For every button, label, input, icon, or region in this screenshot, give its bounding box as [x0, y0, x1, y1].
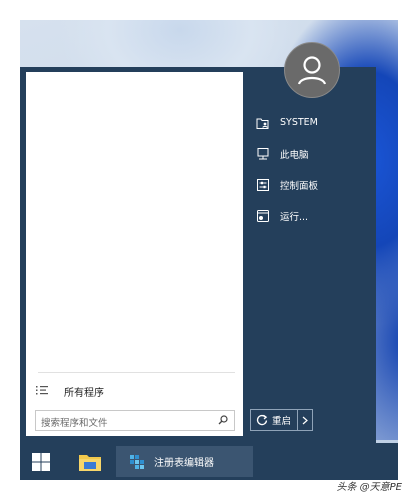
chevron-right-icon — [302, 416, 308, 424]
computer-icon — [257, 147, 269, 159]
list-icon — [36, 386, 48, 395]
power-options-button[interactable] — [298, 409, 314, 431]
all-programs-label: 所有程序 — [64, 387, 104, 399]
search-box[interactable] — [35, 410, 235, 432]
registry-editor-button[interactable]: 注册表编辑器 — [116, 446, 253, 477]
watermark: 头条 @天意PE — [336, 482, 402, 493]
folder-icon — [79, 454, 101, 471]
registry-editor-label: 注册表编辑器 — [154, 458, 214, 469]
file-explorer-button[interactable] — [70, 443, 110, 480]
restart-button[interactable]: 重启 — [250, 409, 299, 431]
menu-item-label: 控制面板 — [280, 180, 319, 192]
menu-item-label: 此电脑 — [280, 149, 309, 161]
windows-logo-icon — [32, 452, 50, 471]
menu-item-run[interactable]: 运行... — [248, 200, 376, 231]
user-avatar[interactable] — [284, 42, 340, 98]
regedit-icon — [130, 454, 144, 469]
divider — [38, 372, 235, 373]
menu-item-this-pc[interactable]: 此电脑 — [248, 138, 376, 169]
taskbar: 注册表编辑器 — [20, 443, 398, 480]
start-menu-right-pane: SYSTEM 此电脑 控制面板 运行... — [248, 107, 376, 231]
menu-item-control-panel[interactable]: 控制面板 — [248, 169, 376, 200]
search-input[interactable] — [36, 415, 211, 432]
user-icon — [297, 56, 327, 85]
restart-control: 重启 — [250, 409, 314, 431]
all-programs-button[interactable]: 所有程序 — [36, 381, 104, 401]
control-panel-icon — [257, 178, 269, 191]
menu-item-label: SYSTEM — [280, 117, 318, 128]
start-button[interactable] — [20, 443, 62, 480]
desktop-screenshot: 所有程序 SYSTEM — [20, 20, 398, 480]
restart-icon — [256, 414, 268, 426]
restart-label: 重启 — [272, 416, 292, 427]
search-icon[interactable] — [218, 415, 228, 425]
run-icon — [257, 209, 269, 222]
menu-item-system[interactable]: SYSTEM — [248, 107, 376, 138]
start-menu: 所有程序 SYSTEM — [20, 67, 376, 463]
user-folder-icon — [256, 118, 269, 129]
start-menu-left-pane: 所有程序 — [26, 72, 243, 436]
menu-item-label: 运行... — [280, 211, 309, 223]
